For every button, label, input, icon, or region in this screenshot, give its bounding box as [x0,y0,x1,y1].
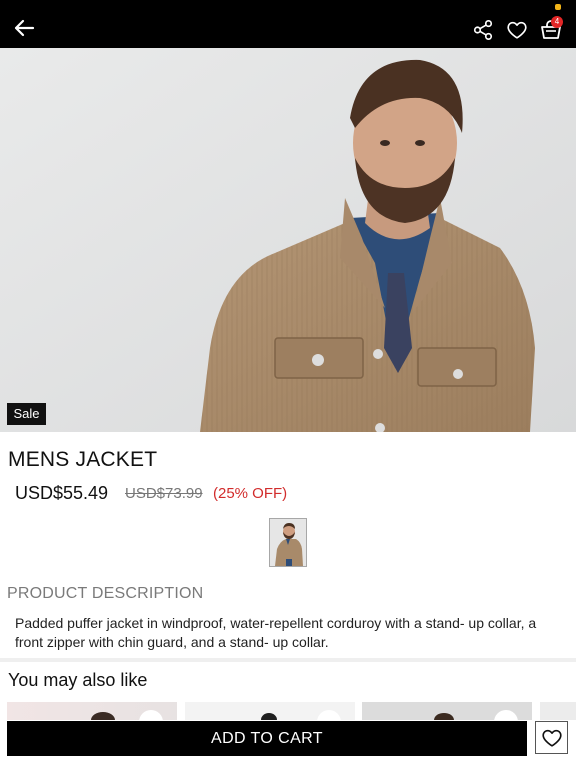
current-price: USD$55.49 [15,483,109,503]
add-to-cart-button[interactable]: ADD TO CART [7,721,527,756]
arrow-left-icon [14,19,35,37]
description-text: Padded puffer jacket in windproof, water… [15,615,537,650]
wishlist-button[interactable] [503,16,531,44]
original-price: USD$73.99 [125,485,203,502]
description-heading: PRODUCT DESCRIPTION [7,585,204,602]
thumbnail-photo [270,519,306,566]
share-button[interactable] [469,16,497,44]
share-icon [473,20,493,40]
recommendation-card[interactable] [540,702,576,720]
heart-icon [507,21,527,39]
status-indicator [555,4,561,10]
heart-outline-icon [541,729,562,747]
recommendations-heading: You may also like [8,670,148,690]
bag-count-badge: 4 [551,16,563,28]
product-thumbnail[interactable] [269,518,307,567]
wishlist-toggle-button[interactable] [535,721,568,754]
product-title: MENS JACKET [8,448,158,471]
product-image[interactable] [0,48,576,432]
product-photo [0,48,576,432]
discount-label: (25% OFF) [213,485,288,502]
section-divider [0,658,576,662]
back-button[interactable] [8,12,40,44]
sale-badge: Sale [7,403,46,425]
